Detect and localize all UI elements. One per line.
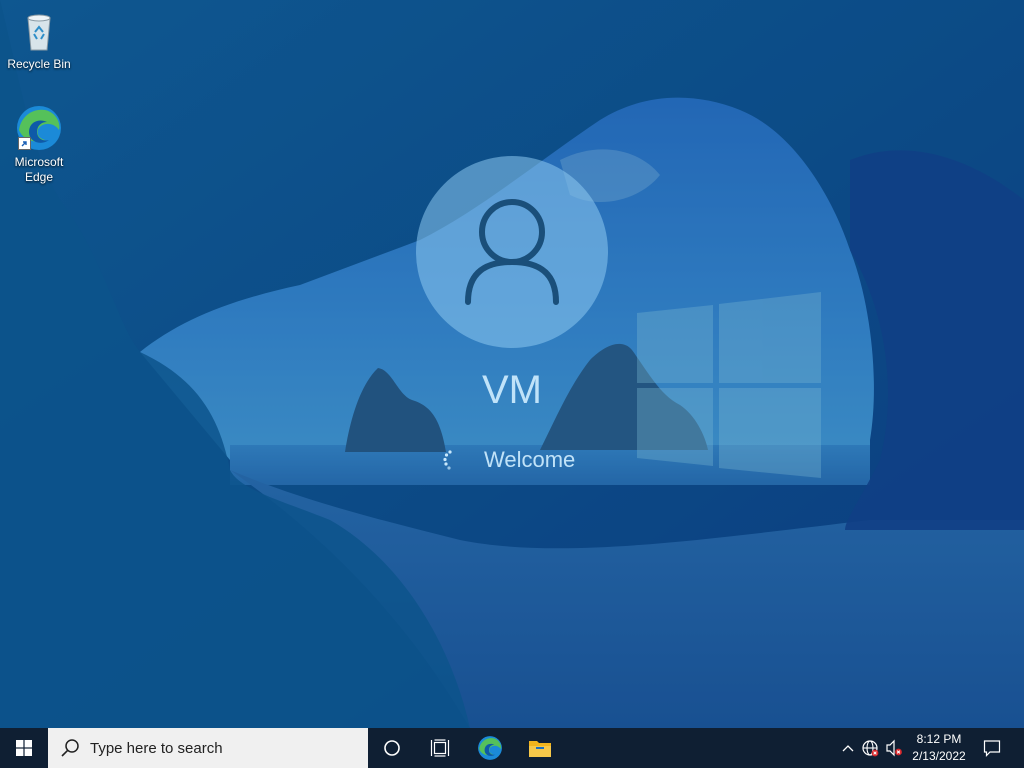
- windows-logo-icon: [16, 740, 32, 756]
- edge-icon: [15, 104, 63, 152]
- cortana-button[interactable]: [368, 728, 416, 768]
- clock-time: 8:12 PM: [916, 732, 962, 746]
- shortcut-arrow-icon: [18, 137, 31, 150]
- taskbar-edge-button[interactable]: [464, 728, 516, 768]
- task-view-icon: [430, 739, 450, 757]
- search-icon: [61, 739, 79, 757]
- desktop-wallpaper: [0, 0, 1024, 728]
- welcome-text: Welcome: [484, 447, 576, 472]
- microsoft-edge-label: Microsoft Edge: [14, 155, 64, 184]
- volume-muted-icon: [886, 739, 902, 757]
- user-silhouette-icon: [465, 199, 559, 305]
- taskbar-file-explorer-button[interactable]: [516, 728, 564, 768]
- loading-spinner-icon: [443, 450, 452, 470]
- start-button[interactable]: [0, 728, 48, 768]
- network-status-button[interactable]: [858, 728, 882, 768]
- clock-date: 2/13/2022: [912, 749, 966, 763]
- cortana-circle-icon: [384, 740, 400, 756]
- volume-button[interactable]: [882, 728, 906, 768]
- taskbar: Type here to search 8:12 PM 2/13/2022: [0, 728, 1024, 768]
- show-hidden-icons-button[interactable]: [838, 728, 858, 768]
- recycle-bin-label: Recycle Bin: [7, 57, 71, 71]
- chevron-up-icon: [842, 745, 854, 752]
- taskbar-search-box[interactable]: Type here to search: [48, 728, 368, 768]
- globe-network-icon: [862, 740, 879, 757]
- user-avatar: [416, 156, 608, 348]
- desktop-icon-recycle-bin[interactable]: Recycle Bin: [1, 6, 77, 72]
- user-name: VM: [482, 368, 542, 412]
- recycle-bin-icon: [15, 6, 63, 54]
- folder-icon: [529, 741, 551, 757]
- task-view-button[interactable]: [416, 728, 464, 768]
- edge-icon: [478, 736, 502, 760]
- search-placeholder: Type here to search: [90, 739, 223, 757]
- desktop-icon-microsoft-edge[interactable]: Microsoft Edge: [1, 104, 77, 185]
- notification-icon: [983, 740, 1001, 757]
- taskbar-clock[interactable]: 8:12 PM 2/13/2022: [906, 728, 972, 768]
- action-center-button[interactable]: [974, 728, 1010, 768]
